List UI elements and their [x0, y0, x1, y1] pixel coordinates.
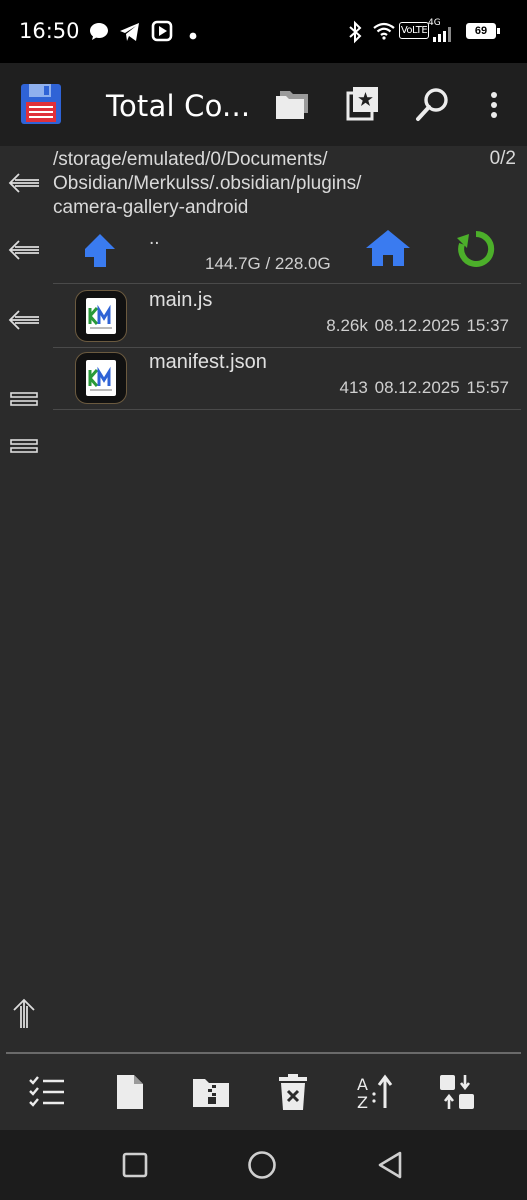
youtube-icon: [151, 20, 173, 47]
path-line-1: /storage/emulated/0/Documents/: [53, 149, 328, 170]
path-line-3: camera-gallery-android: [53, 197, 249, 218]
bottom-toolbar: AZ: [0, 1054, 527, 1130]
battery-icon: 69: [466, 23, 496, 39]
svg-text:A: A: [357, 1075, 368, 1094]
more-vert-icon[interactable]: [484, 91, 504, 124]
selection-count: 0/2: [489, 148, 516, 169]
back-arrow-icon[interactable]: [6, 165, 42, 201]
zip-folder-icon[interactable]: [191, 1072, 231, 1112]
floppy-disk-icon[interactable]: [20, 83, 62, 130]
file-row[interactable]: manifest.json 413 08.12.2025 15:57: [53, 347, 521, 410]
file-date: 08.12.2025: [374, 378, 460, 397]
battery-level: 69: [474, 25, 488, 37]
file-time: 15:37: [466, 316, 509, 335]
swap-panels-icon[interactable]: [437, 1072, 477, 1112]
file-time: 15:57: [466, 378, 509, 397]
home-icon[interactable]: [364, 228, 412, 273]
title-bar: Total Co...: [0, 63, 527, 146]
file-type-icon: [75, 290, 127, 342]
battery-tip: [497, 28, 500, 34]
back-triangle-icon[interactable]: [375, 1150, 405, 1180]
file-date: 08.12.2025: [374, 316, 460, 335]
refresh-icon[interactable]: [455, 228, 497, 275]
storage-space: 144.7G / 228.0G: [205, 254, 331, 273]
file-row[interactable]: main.js 8.26k 08.12.2025 15:37: [53, 285, 521, 348]
file-type-icon: [75, 352, 127, 404]
file-name: main.js: [149, 289, 213, 311]
path-line-2: Obsidian/Merkulss/.obsidian/plugins/: [53, 173, 362, 194]
search-icon[interactable]: [414, 85, 452, 128]
parent-dir-name: ..: [149, 228, 160, 249]
folders-icon[interactable]: [274, 87, 312, 126]
recents-square-icon[interactable]: [120, 1150, 150, 1180]
delete-icon[interactable]: [273, 1072, 313, 1112]
sort-az-icon[interactable]: AZ: [355, 1072, 395, 1112]
dot-icon: [189, 27, 197, 45]
file-size: 8.26k: [326, 316, 368, 335]
multi-select-icon[interactable]: [27, 1072, 67, 1112]
home-circle-icon[interactable]: [247, 1150, 277, 1180]
file-meta: 413 08.12.2025 15:57: [340, 378, 509, 398]
svg-text:Z: Z: [357, 1093, 368, 1110]
up-arrow-icon[interactable]: [6, 996, 42, 1032]
app-title: Total Co...: [106, 89, 251, 123]
menu-lines-icon[interactable]: [6, 381, 42, 417]
signal-icon: [433, 26, 455, 47]
back-arrow-icon[interactable]: [6, 232, 42, 268]
telegram-icon: [118, 21, 142, 48]
system-nav-bar: [0, 1130, 527, 1200]
current-path[interactable]: /storage/emulated/0/Documents/ Obsidian/…: [53, 148, 473, 220]
new-file-icon[interactable]: [110, 1072, 150, 1112]
file-size: 413: [339, 378, 368, 397]
file-meta: 8.26k 08.12.2025 15:37: [326, 316, 509, 336]
up-folder-icon[interactable]: [83, 232, 117, 275]
status-time: 16:50: [19, 19, 80, 43]
status-bar: 16:50 VoLTE 4G 69: [0, 0, 527, 63]
bookmark-star-icon[interactable]: [344, 85, 380, 126]
parent-directory-row[interactable]: .. 144.7G / 228.0G: [53, 222, 521, 284]
menu-lines-icon[interactable]: [6, 428, 42, 464]
back-arrow-icon[interactable]: [6, 302, 42, 338]
volte-badge: VoLTE: [399, 22, 429, 39]
bluetooth-icon: [346, 20, 364, 49]
file-name: manifest.json: [149, 351, 267, 373]
wifi-icon: [373, 22, 395, 45]
chat-bubble-icon: [88, 21, 110, 48]
